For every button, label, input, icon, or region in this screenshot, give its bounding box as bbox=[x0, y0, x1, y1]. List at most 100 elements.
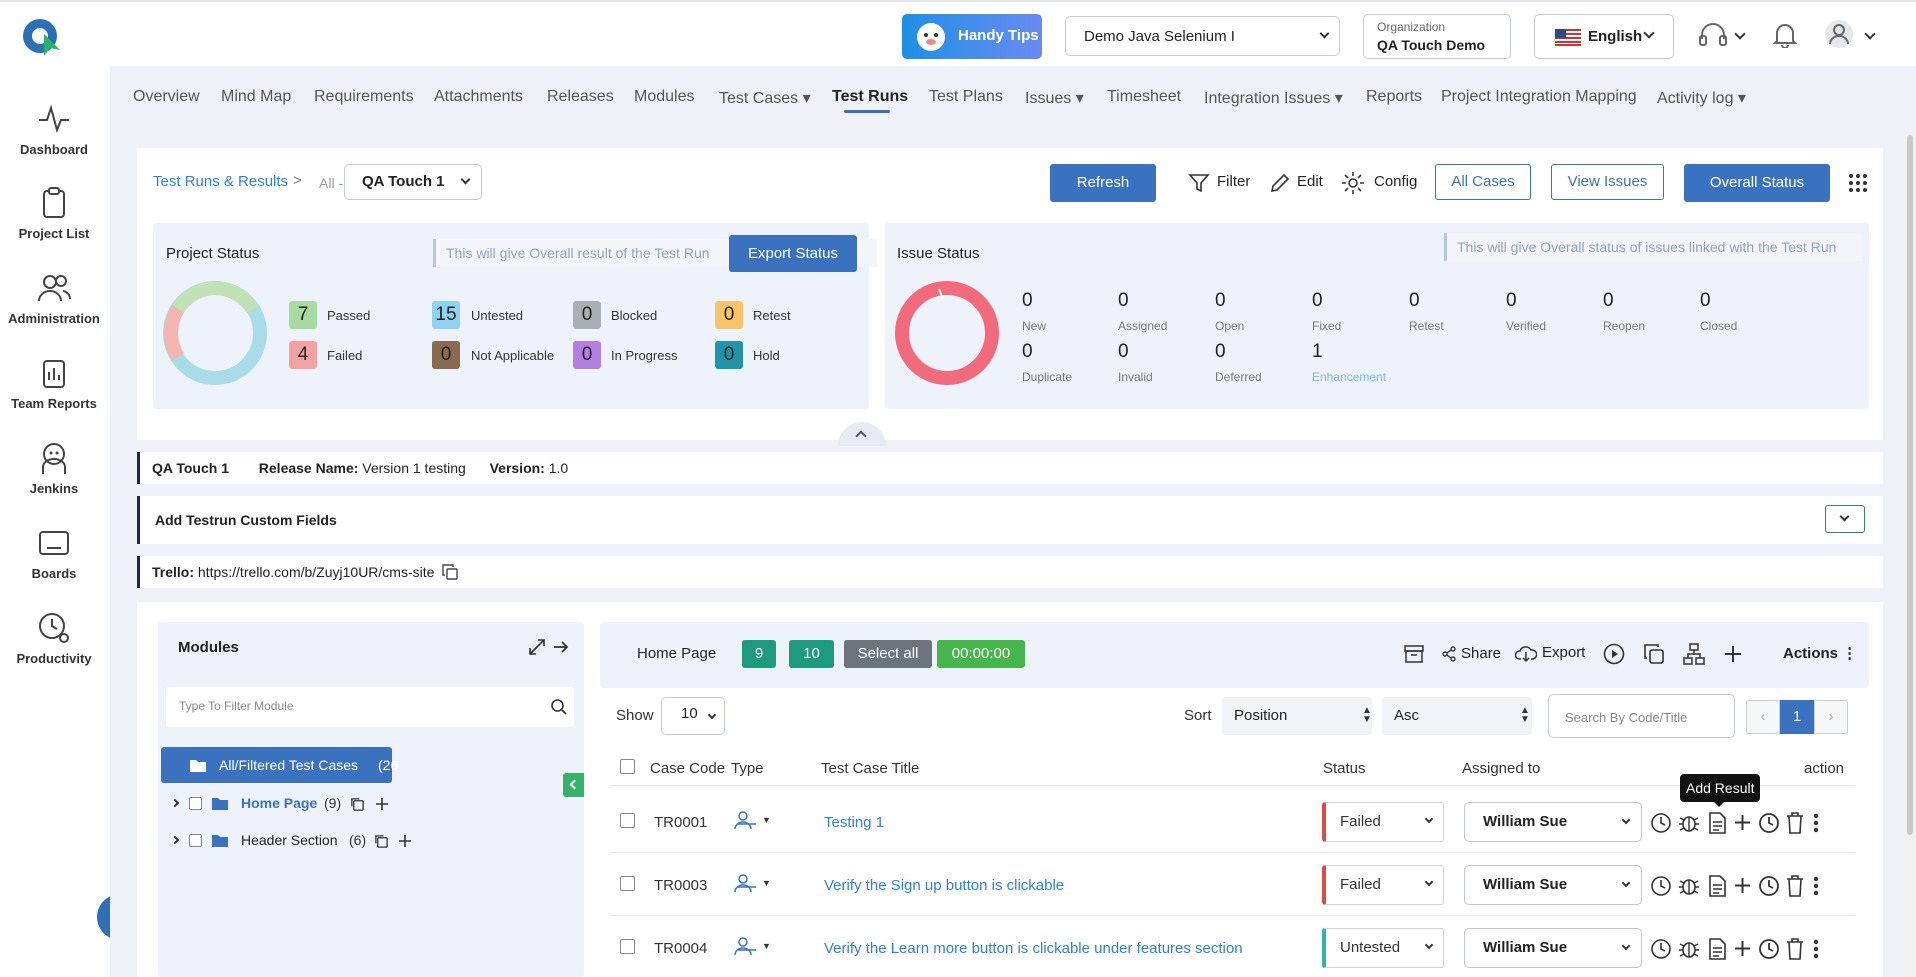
tab-overview[interactable]: Overview bbox=[133, 88, 200, 106]
case-type-icon[interactable] bbox=[734, 874, 760, 894]
tab-requirements[interactable]: Requirements bbox=[314, 88, 414, 106]
clock-icon[interactable] bbox=[1758, 875, 1780, 897]
status-select[interactable]: Failed bbox=[1322, 865, 1444, 905]
sidebar-item-boards[interactable]: Boards bbox=[0, 526, 108, 581]
chevron-right-icon[interactable] bbox=[170, 798, 180, 808]
plus-icon[interactable] bbox=[1734, 877, 1751, 894]
bell-icon[interactable] bbox=[1773, 22, 1797, 48]
status-select[interactable]: Failed bbox=[1322, 802, 1444, 842]
sidebar-item-productivity[interactable]: Productivity bbox=[0, 611, 108, 666]
trash-icon[interactable] bbox=[1786, 875, 1804, 897]
tab-timesheet[interactable]: Timesheet bbox=[1107, 88, 1181, 106]
more-vertical-icon[interactable] bbox=[1813, 939, 1819, 959]
row-checkbox[interactable] bbox=[620, 876, 635, 891]
row-checkbox[interactable] bbox=[620, 939, 635, 954]
chevron-right-icon[interactable] bbox=[170, 835, 180, 845]
tab-reports[interactable]: Reports bbox=[1366, 88, 1422, 106]
add-result-icon[interactable] bbox=[1707, 812, 1727, 834]
case-title-link[interactable]: Verify the Learn more button is clickabl… bbox=[824, 940, 1243, 957]
sidebar-item-dashboard[interactable]: Dashboard bbox=[0, 102, 108, 157]
custom-fields-toggle[interactable] bbox=[1825, 505, 1865, 533]
table-row[interactable]: TR0001 ▼ Testing 1 Failed William Sue bbox=[610, 791, 1855, 853]
chevron-down-icon[interactable]: ▼ bbox=[762, 941, 771, 951]
copy-icon[interactable] bbox=[350, 797, 365, 812]
grid-menu-icon[interactable] bbox=[1848, 173, 1868, 193]
archive-icon[interactable] bbox=[1403, 643, 1425, 665]
trash-icon[interactable] bbox=[1786, 812, 1804, 834]
bug-icon[interactable] bbox=[1678, 938, 1700, 960]
test-run-select[interactable]: QA Touch 1 bbox=[344, 164, 482, 200]
page-scrollbar[interactable] bbox=[1904, 130, 1916, 977]
chevron-down-icon[interactable]: ▼ bbox=[762, 878, 771, 888]
pagination-page-1[interactable]: 1 bbox=[1780, 700, 1814, 734]
module-checkbox[interactable] bbox=[189, 797, 202, 810]
copy-icon[interactable] bbox=[442, 564, 459, 580]
run-timer-icon[interactable] bbox=[1650, 875, 1672, 897]
tab-mind-map[interactable]: Mind Map bbox=[221, 88, 291, 106]
organization-box[interactable]: Organization QA Touch Demo bbox=[1363, 14, 1511, 59]
run-timer-icon[interactable] bbox=[1650, 812, 1672, 834]
chevron-down-icon[interactable] bbox=[1864, 28, 1876, 40]
module-name[interactable]: Home Page bbox=[241, 795, 317, 811]
pagination-prev[interactable]: ‹ bbox=[1746, 700, 1780, 734]
export-button[interactable]: Export bbox=[1542, 644, 1585, 661]
plus-icon[interactable] bbox=[1724, 645, 1742, 663]
handy-tips-button[interactable]: Handy Tips bbox=[902, 14, 1042, 59]
hierarchy-icon[interactable] bbox=[1682, 642, 1706, 666]
sort-field-select[interactable]: Position ▲ ▼ bbox=[1222, 697, 1372, 735]
sidebar-item-jenkins[interactable]: Jenkins bbox=[0, 441, 108, 496]
duplicate-icon[interactable] bbox=[1643, 643, 1665, 665]
tab-test-cases[interactable]: Test Cases ▾ bbox=[719, 88, 811, 108]
refresh-button[interactable]: Refresh bbox=[1050, 164, 1156, 202]
export-status-button[interactable]: Export Status bbox=[729, 235, 857, 272]
tab-test-runs[interactable]: Test Runs bbox=[832, 88, 908, 106]
language-select[interactable]: English bbox=[1534, 14, 1674, 59]
module-name[interactable]: Header Section bbox=[241, 832, 338, 848]
custom-fields-bar[interactable]: Add Testrun Custom Fields bbox=[137, 496, 1883, 544]
tab-attachments[interactable]: Attachments bbox=[434, 88, 523, 106]
case-type-icon[interactable] bbox=[734, 811, 760, 831]
copy-icon[interactable] bbox=[374, 834, 389, 849]
plus-icon[interactable] bbox=[1734, 814, 1751, 831]
assignee-select[interactable]: William Sue bbox=[1464, 802, 1642, 842]
more-vertical-icon[interactable] bbox=[1813, 876, 1819, 896]
trash-icon[interactable] bbox=[1786, 938, 1804, 960]
all-cases-button[interactable]: All Cases bbox=[1435, 164, 1531, 200]
add-result-icon[interactable] bbox=[1707, 938, 1727, 960]
module-tree-item[interactable]: Home Page (9) bbox=[170, 790, 570, 818]
clock-icon[interactable] bbox=[1758, 938, 1780, 960]
sidebar-item-administration[interactable]: Administration bbox=[0, 271, 108, 326]
tab-modules[interactable]: Modules bbox=[634, 88, 694, 106]
clock-icon[interactable] bbox=[1758, 812, 1780, 834]
table-row[interactable]: TR0003 ▼ Verify the Sign up button is cl… bbox=[610, 854, 1855, 916]
module-checkbox[interactable] bbox=[189, 834, 202, 847]
chevron-down-icon[interactable] bbox=[1734, 28, 1746, 40]
module-tree-item[interactable]: Header Section (6) bbox=[170, 827, 570, 855]
tab-project-integration-mapping[interactable]: Project Integration Mapping bbox=[1441, 88, 1637, 106]
tab-integration-issues[interactable]: Integration Issues ▾ bbox=[1204, 88, 1343, 108]
tab-activity-log[interactable]: Activity log ▾ bbox=[1657, 88, 1746, 108]
bug-icon[interactable] bbox=[1678, 812, 1700, 834]
qa-touch-logo[interactable] bbox=[22, 16, 64, 56]
search-icon[interactable] bbox=[550, 698, 568, 716]
plus-icon[interactable] bbox=[375, 797, 389, 811]
all-filtered-cases[interactable]: All/Filtered Test Cases (26 bbox=[161, 747, 398, 783]
add-result-icon[interactable] bbox=[1707, 875, 1727, 897]
view-issues-button[interactable]: View Issues bbox=[1551, 164, 1664, 200]
project-select[interactable]: Demo Java Selenium I bbox=[1065, 16, 1340, 56]
assignee-select[interactable]: William Sue bbox=[1464, 865, 1642, 905]
actions-menu[interactable]: Actions ⋮ bbox=[1783, 644, 1857, 662]
page-size-select[interactable]: 10 bbox=[661, 697, 725, 735]
case-search-input[interactable]: Search By Code/Title bbox=[1548, 694, 1735, 738]
overall-status-button[interactable]: Overall Status bbox=[1684, 164, 1830, 202]
case-title-link[interactable]: Testing 1 bbox=[824, 814, 884, 831]
headset-icon[interactable] bbox=[1698, 23, 1728, 49]
issue-enhancement-label[interactable]: Enhancement bbox=[1312, 370, 1386, 384]
bug-icon[interactable] bbox=[1678, 875, 1700, 897]
case-type-icon[interactable] bbox=[734, 937, 760, 957]
play-icon[interactable] bbox=[1603, 643, 1625, 665]
trello-url[interactable]: https://trello.com/b/Zuyj10UR/cms-site bbox=[198, 564, 435, 580]
collapse-modules-toggle[interactable] bbox=[563, 773, 584, 797]
assignee-select[interactable]: William Sue bbox=[1464, 928, 1642, 968]
table-row[interactable]: TR0004 ▼ Verify the Learn more button is… bbox=[610, 917, 1855, 977]
